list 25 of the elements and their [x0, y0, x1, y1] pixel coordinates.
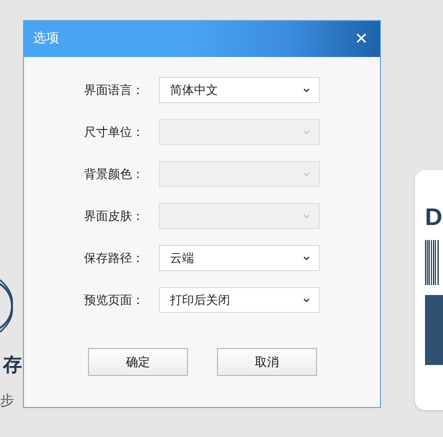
circle-icon: [0, 278, 14, 334]
chevron-icon: [303, 88, 310, 92]
chevron-icon: [303, 172, 310, 176]
caption-text: 步: [0, 394, 14, 408]
field-label: 背景颜色：: [83, 166, 144, 183]
heading-text: 存: [3, 356, 22, 375]
dialog-button[interactable]: 取消: [217, 348, 317, 376]
dialog-button[interactable]: 确定: [88, 348, 188, 376]
chevron-icon: [303, 256, 310, 260]
field-label: 界面皮肤：: [83, 208, 144, 225]
chevron-icon: [303, 214, 310, 218]
barcode-icon: [425, 240, 439, 285]
chevron-icon: [303, 130, 310, 134]
card-stripe: [425, 295, 443, 365]
dropdown[interactable]: 打印后关闭: [159, 287, 320, 313]
chevron-icon: [303, 298, 310, 302]
field-label: 保存路径：: [83, 250, 144, 267]
field-label: 尺寸单位：: [83, 124, 144, 141]
dropdown[interactable]: 云端: [159, 245, 320, 271]
field-label: 界面语言：: [83, 82, 144, 99]
window-title: 选项: [33, 30, 59, 48]
close-button[interactable]: ✕: [354, 31, 368, 47]
dropdown[interactable]: 简体中文: [159, 77, 320, 103]
card-letter: D: [425, 206, 443, 230]
field-label: 预览页面：: [83, 292, 144, 309]
